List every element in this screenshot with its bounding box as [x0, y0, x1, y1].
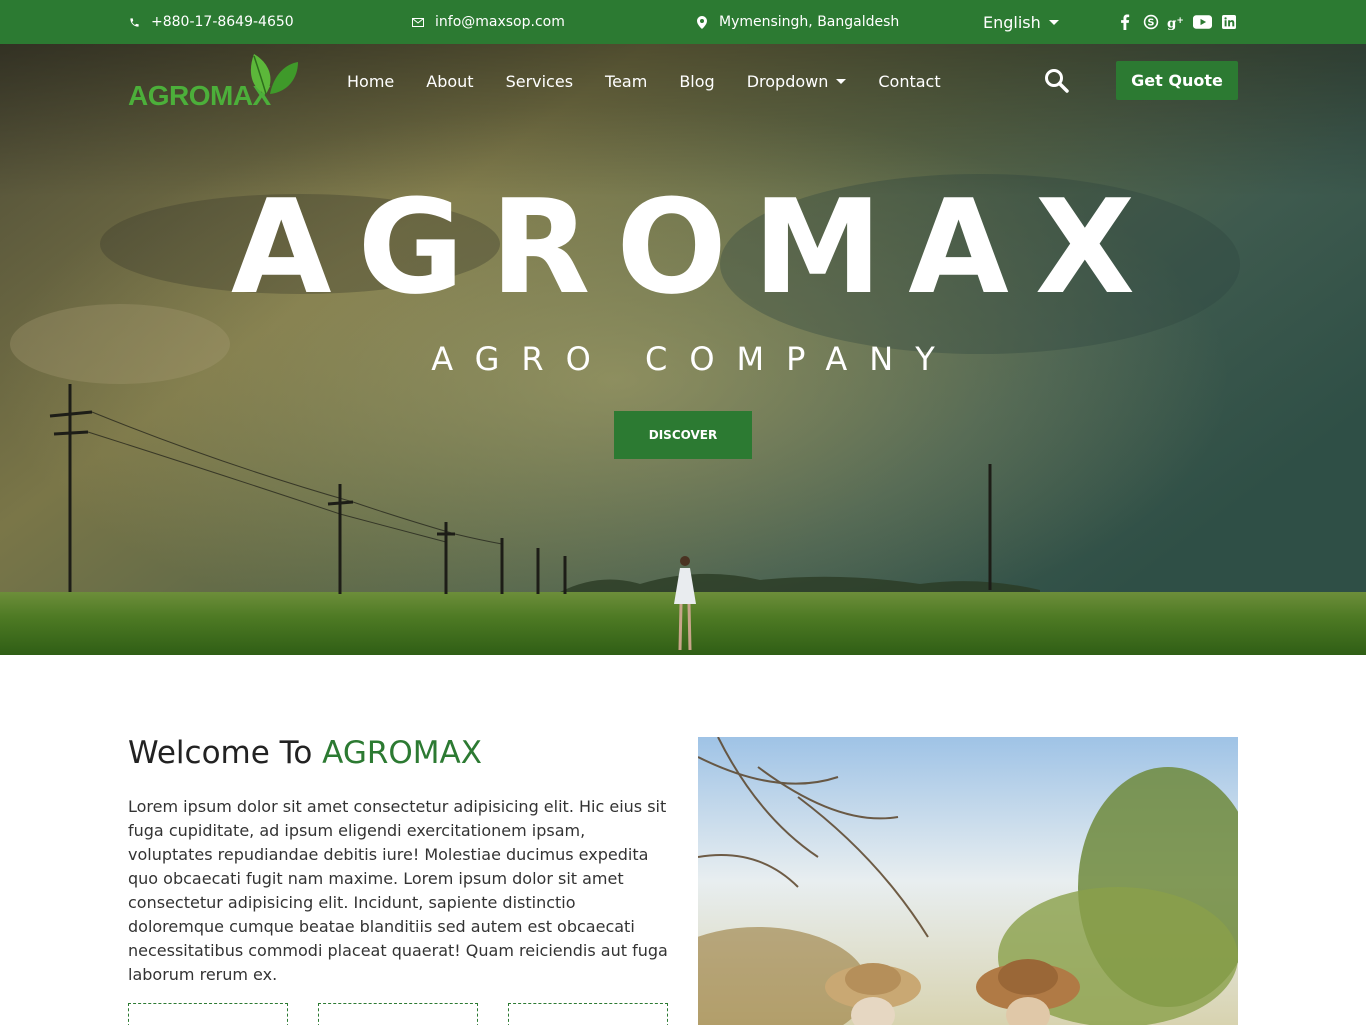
hero-title: AGROMAX [230, 171, 1162, 323]
nav-services[interactable]: Services [506, 72, 573, 91]
nav-about-label: About [426, 71, 474, 91]
nav-services-label: Services [505, 71, 574, 91]
top-contact-bar: +880-17-8649-4650 info@maxsop.com Mymens… [0, 0, 1366, 44]
svg-text:S: S [1147, 18, 1154, 29]
envelope-icon [411, 15, 425, 29]
nav-contact-label: Contact [878, 71, 941, 91]
phone-contact[interactable]: +880-17-8649-4650 [127, 0, 294, 44]
leaf-logo-icon [250, 54, 298, 95]
nav-about[interactable]: About [426, 72, 473, 91]
feature-box [318, 1003, 478, 1025]
feature-box [128, 1003, 288, 1025]
language-dropdown[interactable]: English [983, 0, 1059, 44]
chevron-down-icon [1048, 19, 1059, 25]
farmers-photo [698, 737, 1238, 1025]
social-links: S g + [1115, 0, 1238, 44]
facebook-icon[interactable] [1115, 13, 1134, 32]
get-quote-button[interactable]: Get Quote [1116, 61, 1238, 100]
svg-text:g: g [1167, 16, 1177, 30]
primary-navigation: Home About Services Team Blog Dropdown C… [347, 44, 973, 118]
nav-contact[interactable]: Contact [878, 72, 940, 91]
location-text: Mymensingh, Bangaldesh [719, 14, 900, 30]
nav-blog-label: Blog [679, 71, 715, 91]
phone-text: +880-17-8649-4650 [151, 14, 294, 30]
email-text: info@maxsop.com [435, 14, 565, 30]
feature-box [508, 1003, 668, 1025]
nav-home-label: Home [347, 71, 395, 91]
hero-subtitle: AGRO COMPANY [431, 340, 957, 378]
search-icon[interactable] [1044, 68, 1070, 94]
google-plus-icon[interactable]: g + [1167, 13, 1186, 32]
svg-text:+: + [1177, 16, 1184, 26]
linkedin-icon[interactable] [1219, 13, 1238, 32]
nav-dropdown-label: Dropdown [746, 71, 829, 91]
site-logo[interactable]: AGROMAX [128, 52, 303, 112]
nav-dropdown[interactable]: Dropdown [747, 72, 847, 91]
welcome-paragraph: Lorem ipsum dolor sit amet consectetur a… [128, 797, 668, 984]
welcome-heading: Welcome To AGROMAX [128, 735, 482, 771]
chevron-down-icon [836, 78, 847, 84]
welcome-heading-brand: AGROMAX [322, 735, 482, 771]
nav-blog[interactable]: Blog [679, 72, 714, 91]
youtube-icon[interactable] [1193, 13, 1212, 32]
nav-team-label: Team [605, 71, 648, 91]
phone-icon [127, 15, 141, 29]
welcome-heading-prefix: Welcome To [128, 735, 323, 771]
main-navbar: AGROMAX Home About Services Team Blog Dr… [0, 44, 1366, 118]
email-contact[interactable]: info@maxsop.com [411, 0, 565, 44]
discover-button[interactable]: DISCOVER [614, 411, 752, 459]
location-contact: Mymensingh, Bangaldesh [695, 0, 899, 44]
nav-home[interactable]: Home [347, 72, 394, 91]
map-marker-icon [695, 15, 709, 29]
language-label: English [983, 12, 1041, 32]
skype-icon[interactable]: S [1141, 13, 1160, 32]
nav-team[interactable]: Team [605, 72, 647, 91]
